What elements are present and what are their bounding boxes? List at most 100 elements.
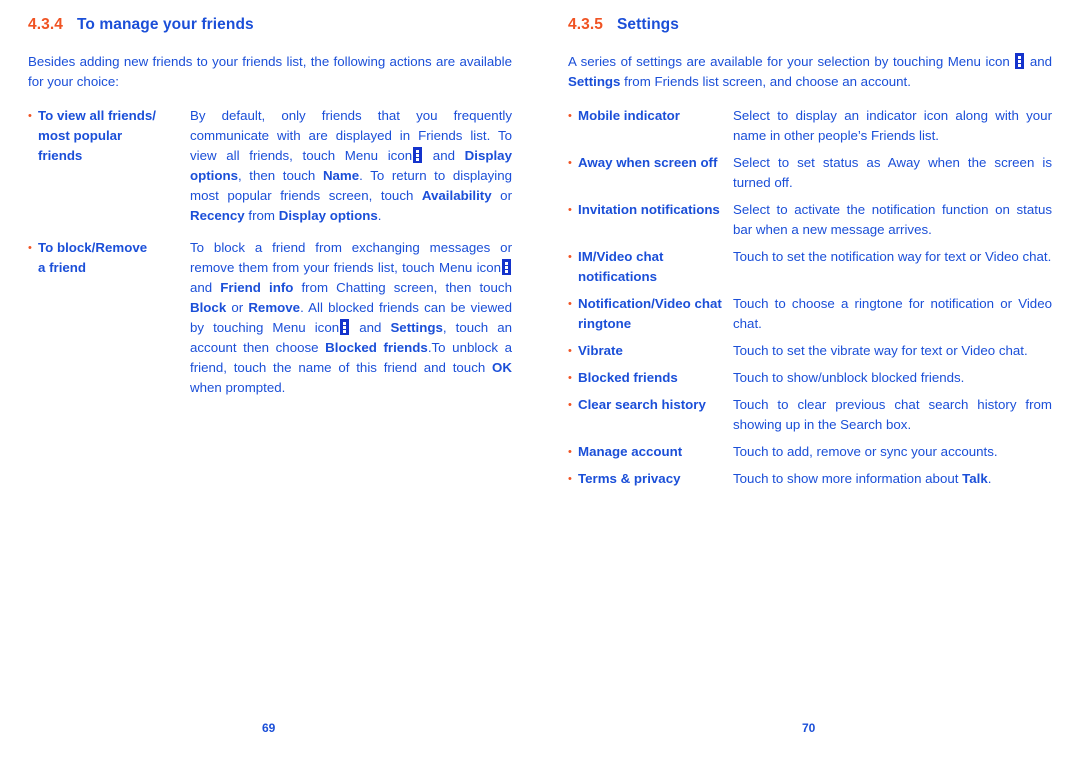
- intro-paragraph-434: Besides adding new friends to your frien…: [28, 54, 512, 89]
- description-mobile-indicator: Select to display an indicator icon alon…: [733, 108, 1052, 143]
- bullet-icon: •: [568, 473, 572, 485]
- menu-icon: [340, 319, 350, 335]
- list-item: • Terms & privacy Touch to show more inf…: [568, 469, 1052, 489]
- intro-text: from Friends list screen, and choose an …: [624, 74, 911, 89]
- list-item: • To view all friends/ most popular frie…: [28, 106, 512, 226]
- term-line-2: a friend: [38, 260, 87, 275]
- term-terms-and-privacy: Terms & privacy: [578, 471, 681, 486]
- desc-text: To block a friend from exchanging messag…: [190, 240, 512, 275]
- desc-bold: Recency: [190, 208, 245, 223]
- desc-text: .: [377, 208, 382, 223]
- desc-bold: Blocked friends: [325, 340, 428, 355]
- term-to-view-all-friends: To view all friends/ most popular friend…: [38, 106, 190, 166]
- desc-text: , then touch: [238, 168, 316, 183]
- section-title: To manage your friends: [76, 16, 254, 33]
- desc-text: from: [248, 208, 276, 223]
- list-item: • Notification/Video chat ringtone Touch…: [568, 294, 1052, 334]
- bullet-icon: •: [568, 110, 572, 122]
- list-item: • Manage account Touch to add, remove or…: [568, 442, 1052, 462]
- term-clear-search-history: Clear search history: [578, 397, 706, 412]
- bullet-icon: •: [28, 110, 32, 122]
- page-number-left: 69: [262, 721, 276, 735]
- term-away-when-screen-off: Away when screen off: [578, 155, 718, 170]
- term-vibrate: Vibrate: [578, 343, 623, 358]
- desc-bold: Name: [322, 168, 360, 183]
- desc-bold: Remove: [248, 300, 301, 315]
- list-item: • Mobile indicator Select to display an …: [568, 106, 1052, 146]
- page-right: 4.3.5 Settings A series of settings are a…: [540, 0, 1080, 767]
- intro-text: and: [1029, 54, 1052, 69]
- bullet-icon: •: [568, 345, 572, 357]
- description-blocked-friends: Touch to show/unblock blocked friends.: [733, 370, 965, 385]
- desc-bold: Friend info: [220, 280, 294, 295]
- list-item: • Invitation notifications Select to act…: [568, 200, 1052, 240]
- section-number: 4.3.4: [28, 16, 63, 33]
- intro-text: A series of settings are available for y…: [568, 54, 1010, 69]
- desc-bold: Availability: [421, 188, 492, 203]
- list-item: • Blocked friends Touch to show/unblock …: [568, 368, 1052, 388]
- term-line-2: most popular: [38, 128, 123, 143]
- list-item: • Clear search history Touch to clear pr…: [568, 395, 1052, 435]
- desc-bold: Block: [190, 300, 227, 315]
- description-vibrate: Touch to set the vibrate way for text or…: [733, 343, 1028, 358]
- section-title: Settings: [616, 16, 679, 33]
- menu-icon: [1015, 53, 1025, 69]
- intro-paragraph-435: A series of settings are available for y…: [568, 52, 1052, 92]
- description-clear-search-history: Touch to clear previous chat search hist…: [733, 397, 1052, 432]
- desc-text: or: [231, 300, 244, 315]
- term-im-video-chat-notifications: IM/Video chat notifications: [578, 249, 664, 284]
- section-heading-435: 4.3.5 Settings: [568, 16, 1052, 34]
- desc-text: Touch to show more information about: [733, 471, 959, 486]
- desc-text: from Chatting screen, then touch: [301, 280, 512, 295]
- desc-bold: OK: [492, 360, 512, 375]
- desc-bold: Display options: [278, 208, 378, 223]
- list-item: • IM/Video chat notifications Touch to s…: [568, 247, 1052, 287]
- description-away-when-screen-off: Select to set status as Away when the sc…: [733, 155, 1052, 190]
- term-line-1: To block/Remove: [38, 240, 148, 255]
- term-manage-account: Manage account: [578, 444, 683, 459]
- description-notification-video-chat-ringtone: Touch to choose a ringtone for notificat…: [733, 296, 1052, 331]
- bullet-icon: •: [568, 204, 572, 216]
- desc-text: and: [359, 320, 382, 335]
- bullet-icon: •: [568, 399, 572, 411]
- term-to-block-remove-a-friend: To block/Remove a friend: [38, 238, 190, 278]
- description-invitation-notifications: Select to activate the notification func…: [733, 202, 1052, 237]
- bullet-icon: •: [568, 157, 572, 169]
- list-item: • Away when screen off Select to set sta…: [568, 153, 1052, 193]
- term-line-3: friends: [38, 148, 83, 163]
- term-line-1: To view all friends/: [38, 108, 156, 123]
- desc-bold: Settings: [390, 320, 443, 335]
- desc-text: when prompted.: [190, 380, 286, 395]
- menu-icon: [502, 259, 511, 275]
- desc-text: or: [500, 188, 512, 203]
- term-blocked-friends: Blocked friends: [578, 370, 678, 385]
- page-right-content: 4.3.5 Settings A series of settings are a…: [568, 16, 1052, 496]
- term-invitation-notifications: Invitation notifications: [578, 202, 720, 217]
- bullet-icon: •: [568, 298, 572, 310]
- term-mobile-indicator: Mobile indicator: [578, 108, 680, 123]
- bullet-icon: •: [568, 372, 572, 384]
- intro-bold: Settings: [568, 74, 621, 89]
- description-im-video-chat-notifications: Touch to set the notification way for te…: [733, 249, 1052, 264]
- term-notification-video-chat-ringtone: Notification/Video chat ringtone: [578, 296, 722, 331]
- menu-icon: [413, 147, 423, 163]
- settings-list: • Mobile indicator Select to display an …: [568, 106, 1052, 489]
- desc-text: .: [987, 471, 992, 486]
- list-item: • Vibrate Touch to set the vibrate way f…: [568, 341, 1052, 361]
- list-item: • To block/Remove a friend To block a fr…: [28, 238, 512, 398]
- desc-text: and: [432, 148, 455, 163]
- page-left-content: 4.3.4 To manage your friends Besides addi…: [28, 16, 512, 405]
- section-number: 4.3.5: [568, 16, 603, 33]
- desc-text: and: [190, 280, 213, 295]
- section-heading-434: 4.3.4 To manage your friends: [28, 16, 512, 34]
- description-to-view-all-friends: By default, only friends that you freque…: [190, 106, 512, 226]
- description-manage-account: Touch to add, remove or sync your accoun…: [733, 444, 998, 459]
- bullet-icon: •: [568, 251, 572, 263]
- description-to-block-remove-a-friend: To block a friend from exchanging messag…: [190, 238, 512, 398]
- bullet-icon: •: [568, 446, 572, 458]
- desc-bold: Talk: [962, 471, 988, 486]
- description-terms-and-privacy: Touch to show more information about Tal…: [733, 469, 1052, 489]
- page-number-right: 70: [802, 721, 816, 735]
- page-left: 4.3.4 To manage your friends Besides addi…: [0, 0, 540, 767]
- bullet-icon: •: [28, 242, 32, 254]
